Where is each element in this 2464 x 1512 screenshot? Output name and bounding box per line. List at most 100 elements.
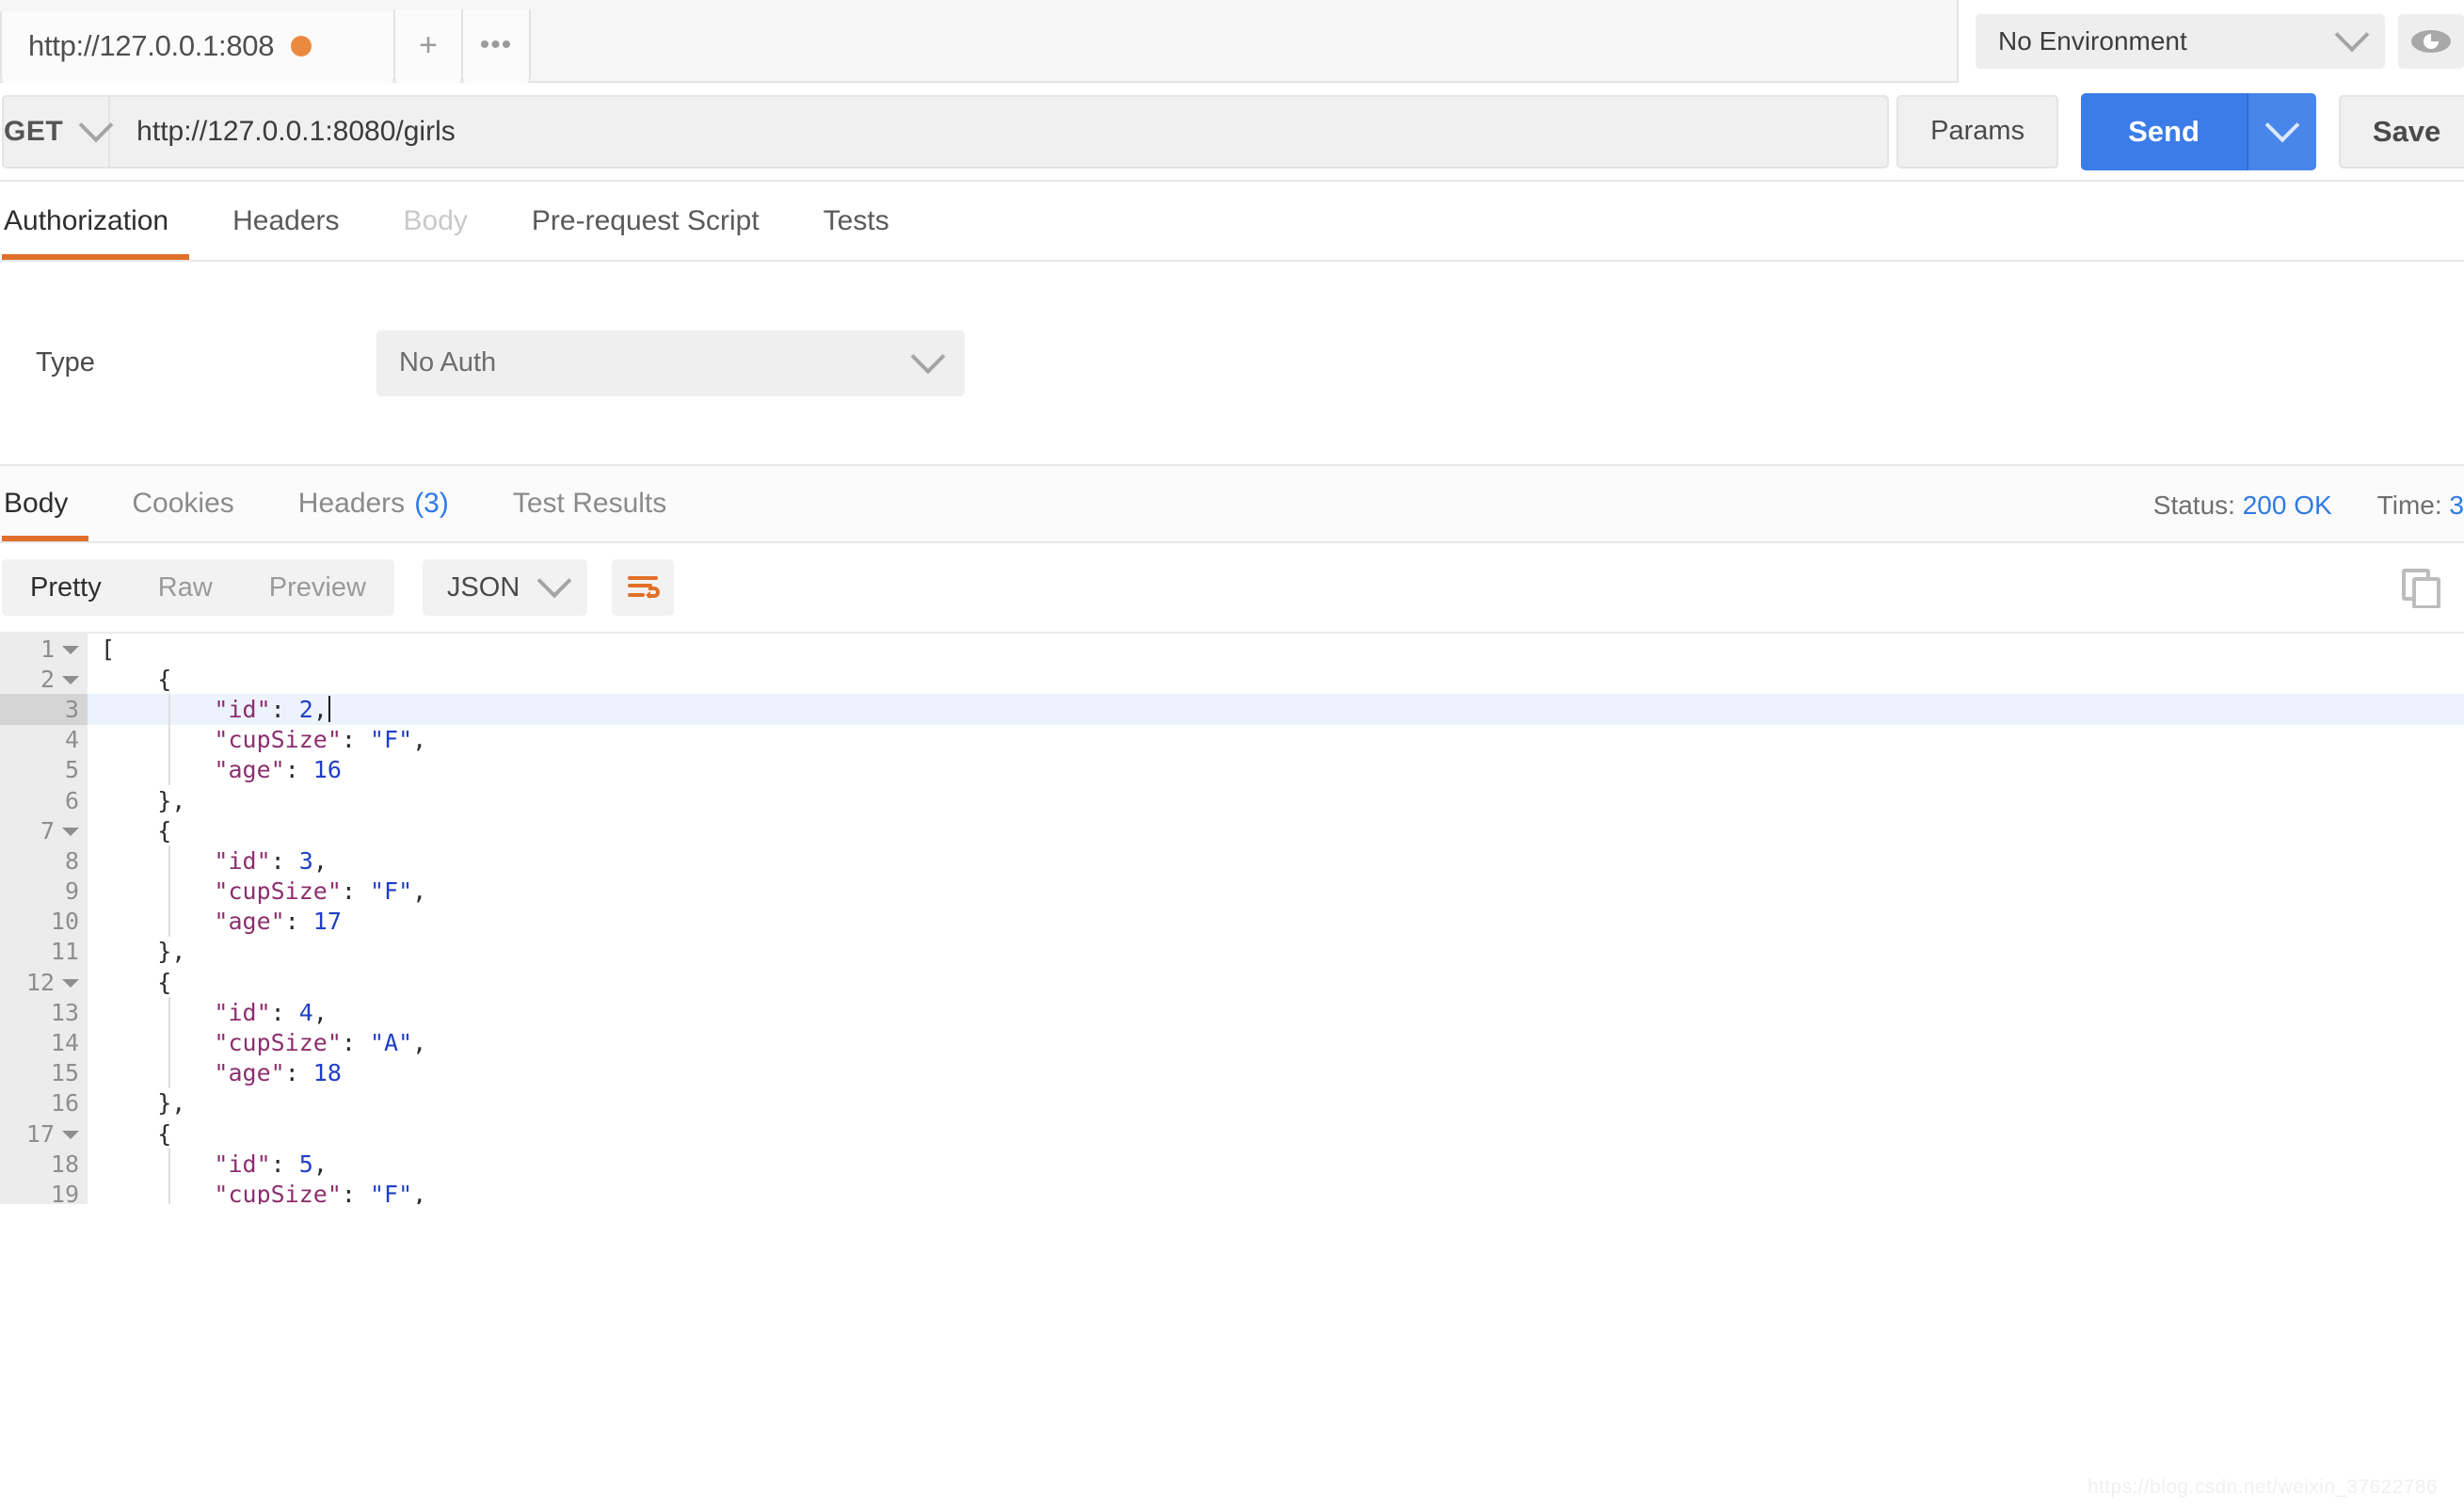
request-tab-body: Body <box>372 182 500 260</box>
code-line[interactable]: 19 "cupSize": "F", <box>0 1179 2464 1204</box>
token-num: 16 <box>312 756 342 784</box>
code-line[interactable]: 14 "cupSize": "A", <box>0 1027 2464 1058</box>
code-text: "age": 18 <box>88 1057 2464 1088</box>
token-key: "id" <box>214 1150 271 1178</box>
request-tab-title: http://127.0.0.1:808 <box>28 29 275 62</box>
request-tab-tests[interactable]: Tests <box>792 182 921 260</box>
body-view-segmented-control: Pretty Raw Preview <box>2 559 394 616</box>
line-number-gutter: 8 <box>0 845 88 877</box>
code-line[interactable]: 3 "id": 2, <box>0 694 2464 725</box>
code-line[interactable]: 2 { <box>0 664 2464 695</box>
params-button[interactable]: Params <box>1896 94 2059 169</box>
line-number: 4 <box>64 726 79 754</box>
tab-label: Headers <box>297 488 406 519</box>
code-line[interactable]: 11 }, <box>0 936 2464 968</box>
request-tab[interactable]: http://127.0.0.1:808 <box>0 11 395 83</box>
code-line[interactable]: 16 }, <box>0 1087 2464 1118</box>
token-punct: : <box>284 756 313 784</box>
fold-arrow-icon[interactable] <box>62 676 79 685</box>
send-options-button[interactable] <box>2246 92 2316 170</box>
code-line[interactable]: 10 "age": 17 <box>0 906 2464 937</box>
response-body-code[interactable]: 1[2 {3 "id": 2,4 "cupSize": "F", 5 "age":… <box>0 634 2464 1204</box>
token-punct: : <box>270 1150 299 1178</box>
environment-selector[interactable]: No Environment <box>1976 14 2385 69</box>
word-wrap-toggle[interactable] <box>612 559 675 616</box>
word-wrap-icon <box>628 576 661 599</box>
token-num: 18 <box>312 1059 342 1087</box>
line-number-gutter: 3 <box>0 694 88 725</box>
body-format-selector[interactable]: JSON <box>422 559 588 616</box>
code-line[interactable]: 9 "cupSize": "F", <box>0 876 2464 907</box>
http-method-selector[interactable]: GET <box>2 94 114 169</box>
code-text: "id": 3, <box>88 845 2464 877</box>
code-line[interactable]: 4 "cupSize": "F", <box>0 724 2464 755</box>
code-line[interactable]: 6 }, <box>0 784 2464 816</box>
environment-quick-look-button[interactable] <box>2398 14 2464 69</box>
auth-type-selector[interactable]: No Auth <box>376 330 965 396</box>
indent-guide <box>168 694 170 725</box>
fold-arrow-icon[interactable] <box>62 646 79 655</box>
url-bar: GET http://127.0.0.1:8080/girls Params S… <box>0 83 2464 182</box>
copy-response-button[interactable] <box>2398 565 2443 610</box>
fold-arrow-icon[interactable] <box>62 828 79 837</box>
tab-label: Cookies <box>132 488 234 519</box>
line-number-gutter: 14 <box>0 1027 88 1058</box>
save-button[interactable]: Save <box>2338 94 2464 169</box>
request-tab-authorization[interactable]: Authorization <box>2 182 200 260</box>
line-number: 6 <box>64 786 79 814</box>
header-count-badge: (3) <box>414 488 449 519</box>
response-tab-list: Body Cookies Headers (3) Test Results <box>2 466 698 541</box>
token-punct: }, <box>157 786 186 814</box>
tab-options-button[interactable]: ••• <box>461 9 531 83</box>
eye-icon <box>2411 30 2451 53</box>
code-text: }, <box>88 1088 2464 1118</box>
new-tab-button[interactable]: + <box>393 9 463 83</box>
tab-label: Body <box>4 488 69 519</box>
send-button[interactable]: Send <box>2081 92 2247 170</box>
token-punct: { <box>157 1119 172 1148</box>
chevron-down-icon <box>2264 107 2300 142</box>
request-tab-headers[interactable]: Headers <box>200 182 371 260</box>
response-tab-headers[interactable]: Headers (3) <box>266 466 481 541</box>
auth-type-value: No Auth <box>399 347 497 378</box>
code-line[interactable]: 12 { <box>0 967 2464 998</box>
token-punct: }, <box>157 938 186 966</box>
code-line[interactable]: 1[ <box>0 634 2464 665</box>
line-number-gutter: 9 <box>0 876 88 907</box>
request-tab-pre-request-script[interactable]: Pre-request Script <box>500 182 792 260</box>
code-line[interactable]: 7 { <box>0 815 2464 846</box>
token-punct: , <box>312 1150 328 1178</box>
line-number-gutter: 15 <box>0 1057 88 1088</box>
code-line[interactable]: 18 "id": 5, <box>0 1149 2464 1180</box>
code-line[interactable]: 15 "age": 18 <box>0 1057 2464 1088</box>
unsaved-changes-dot <box>291 36 312 56</box>
auth-type-label: Type <box>36 347 95 378</box>
fold-arrow-icon[interactable] <box>62 1131 79 1140</box>
line-number-gutter: 17 <box>0 1118 88 1150</box>
response-tab-test-results[interactable]: Test Results <box>481 466 698 541</box>
line-number: 14 <box>50 1029 79 1057</box>
code-line[interactable]: 17 { <box>0 1118 2464 1150</box>
tab-label: Authorization <box>4 204 169 236</box>
fold-arrow-icon[interactable] <box>62 979 79 989</box>
code-line[interactable]: 5 "age": 16 <box>0 754 2464 785</box>
body-view-raw[interactable]: Raw <box>130 559 241 616</box>
body-view-pretty[interactable]: Pretty <box>2 559 130 616</box>
code-text: { <box>88 815 2464 845</box>
response-tab-cookies[interactable]: Cookies <box>100 466 265 541</box>
token-punct: { <box>157 816 172 844</box>
request-url-input[interactable]: http://127.0.0.1:8080/girls <box>110 94 1890 169</box>
body-view-preview[interactable]: Preview <box>241 559 394 616</box>
code-text: "age": 17 <box>88 906 2464 937</box>
token-str: "F" <box>370 726 413 754</box>
code-line[interactable]: 8 "id": 3, <box>0 845 2464 877</box>
code-line[interactable]: 13 "id": 4, <box>0 997 2464 1028</box>
token-punct: , <box>412 726 427 754</box>
response-tab-body[interactable]: Body <box>2 466 100 541</box>
